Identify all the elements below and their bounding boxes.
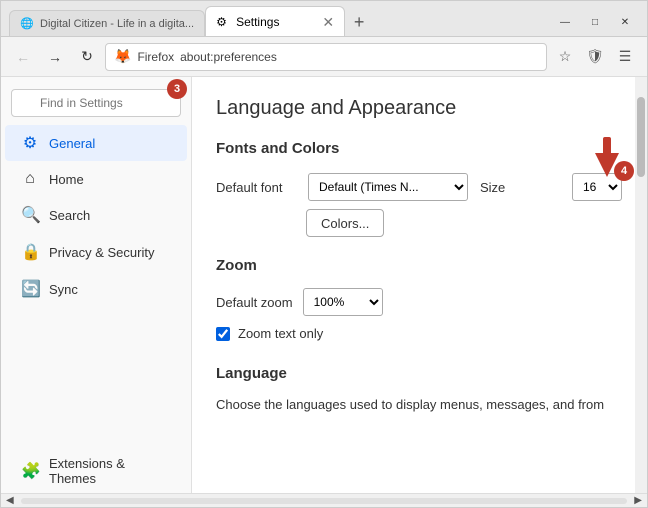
general-icon: ⚙ [21,133,39,153]
scrollbar-thumb[interactable] [637,97,645,177]
tab-active[interactable]: ⚙ Settings ✕ [205,6,345,36]
language-section: Language Choose the languages used to di… [216,365,611,414]
zoom-section: Zoom Default zoom 100% Zoom text only [216,257,611,341]
sidebar-item-privacy[interactable]: 🔒 Privacy & Security [5,234,187,270]
find-settings-input[interactable] [11,89,181,117]
scroll-left-button[interactable]: ◀ [3,495,17,506]
default-font-label: Default font [216,180,296,195]
tab-other-title: Digital Citizen - Life in a digita... [40,18,194,30]
zoom-text-only-checkbox[interactable] [216,327,230,341]
zoom-select[interactable]: 100% [303,288,383,316]
sync-icon: 🔄 [21,279,39,299]
shield-button[interactable]: 🛡 [581,43,609,71]
find-in-settings-container: 🔍 3 [11,89,181,117]
close-button[interactable]: ✕ [611,12,639,32]
reload-button[interactable]: ↻ [73,43,101,71]
extensions-icon: 🧩 [21,461,39,481]
sidebar-item-search-label: Search [49,208,90,223]
font-setting-row: Default font Default (Times N... Size 16… [216,171,611,203]
sidebar-item-search[interactable]: 🔍 Search [5,197,187,233]
step4-badge: 4 [614,161,634,181]
language-subsection-title: Language [216,365,611,382]
scrollbar-track[interactable] [635,77,647,493]
find-wrapper: 🔍 3 [11,89,181,117]
tab-active-title: Settings [236,15,316,29]
tab-active-favicon: ⚙ [216,15,230,29]
content-area: Language and Appearance Fonts and Colors… [191,77,635,493]
sidebar: 🔍 3 ⚙ General ⌂ Home 🔍 Search 🔒 Privacy … [1,77,191,493]
nav-icons: ☆ 🛡 ☰ [551,43,639,71]
sidebar-item-home-label: Home [49,172,84,187]
sidebar-item-general-label: General [49,136,95,151]
new-tab-button[interactable]: + [345,8,373,36]
h-scroll-track [21,498,628,504]
default-font-select[interactable]: Default (Times N... [308,173,468,201]
minimize-button[interactable]: — [551,12,579,32]
sidebar-item-extensions-label: Extensions & Themes [49,456,171,486]
colors-button[interactable]: Colors... [306,209,384,237]
main-area: 🔍 3 ⚙ General ⌂ Home 🔍 Search 🔒 Privacy … [1,77,647,493]
firefox-icon: 🦊 [114,48,131,65]
sidebar-item-sync[interactable]: 🔄 Sync [5,271,187,307]
search-icon: 🔍 [21,205,39,225]
zoom-subsection-title: Zoom [216,257,611,274]
colors-row: Colors... [304,209,611,237]
zoom-row: Default zoom 100% [216,288,611,316]
menu-button[interactable]: ☰ [611,43,639,71]
lock-icon: 🔒 [21,242,39,262]
browser-name: Firefox [137,50,174,64]
sidebar-item-general[interactable]: ⚙ General [5,125,187,161]
sidebar-item-privacy-label: Privacy & Security [49,245,154,260]
browser-frame: 🌐 Digital Citizen - Life in a digita... … [0,0,648,508]
sidebar-item-home[interactable]: ⌂ Home [5,162,187,196]
nav-bar: ← → ↻ 🦊 Firefox about:preferences ☆ 🛡 ☰ [1,37,647,77]
section-title: Language and Appearance [216,97,611,120]
sidebar-item-extensions[interactable]: 🧩 Extensions & Themes [5,448,187,493]
maximize-button[interactable]: □ [581,12,609,32]
tab-other-favicon: 🌐 [20,17,34,31]
step3-badge: 3 [167,79,187,99]
address-text: about:preferences [180,50,277,64]
default-zoom-label: Default zoom [216,295,293,310]
window-controls: — □ ✕ [551,12,639,36]
address-bar[interactable]: 🦊 Firefox about:preferences [105,43,547,71]
tab-other[interactable]: 🌐 Digital Citizen - Life in a digita... [9,10,205,36]
forward-button[interactable]: → [41,43,69,71]
tab-bar: 🌐 Digital Citizen - Life in a digita... … [1,1,647,37]
bottom-scrollbar: ◀ ▶ [1,493,647,507]
scroll-right-button[interactable]: ▶ [631,495,645,506]
language-description: Choose the languages used to display men… [216,396,611,414]
tab-close-button[interactable]: ✕ [322,15,334,29]
sidebar-item-sync-label: Sync [49,282,78,297]
fonts-subsection-title: Fonts and Colors [216,140,611,157]
zoom-text-only-label: Zoom text only [238,326,323,341]
font-size-select[interactable]: 16 [572,173,622,201]
back-button[interactable]: ← [9,43,37,71]
zoom-text-only-row: Zoom text only [216,326,611,341]
home-icon: ⌂ [21,170,39,188]
size-label: Size [480,180,560,195]
bookmark-button[interactable]: ☆ [551,43,579,71]
